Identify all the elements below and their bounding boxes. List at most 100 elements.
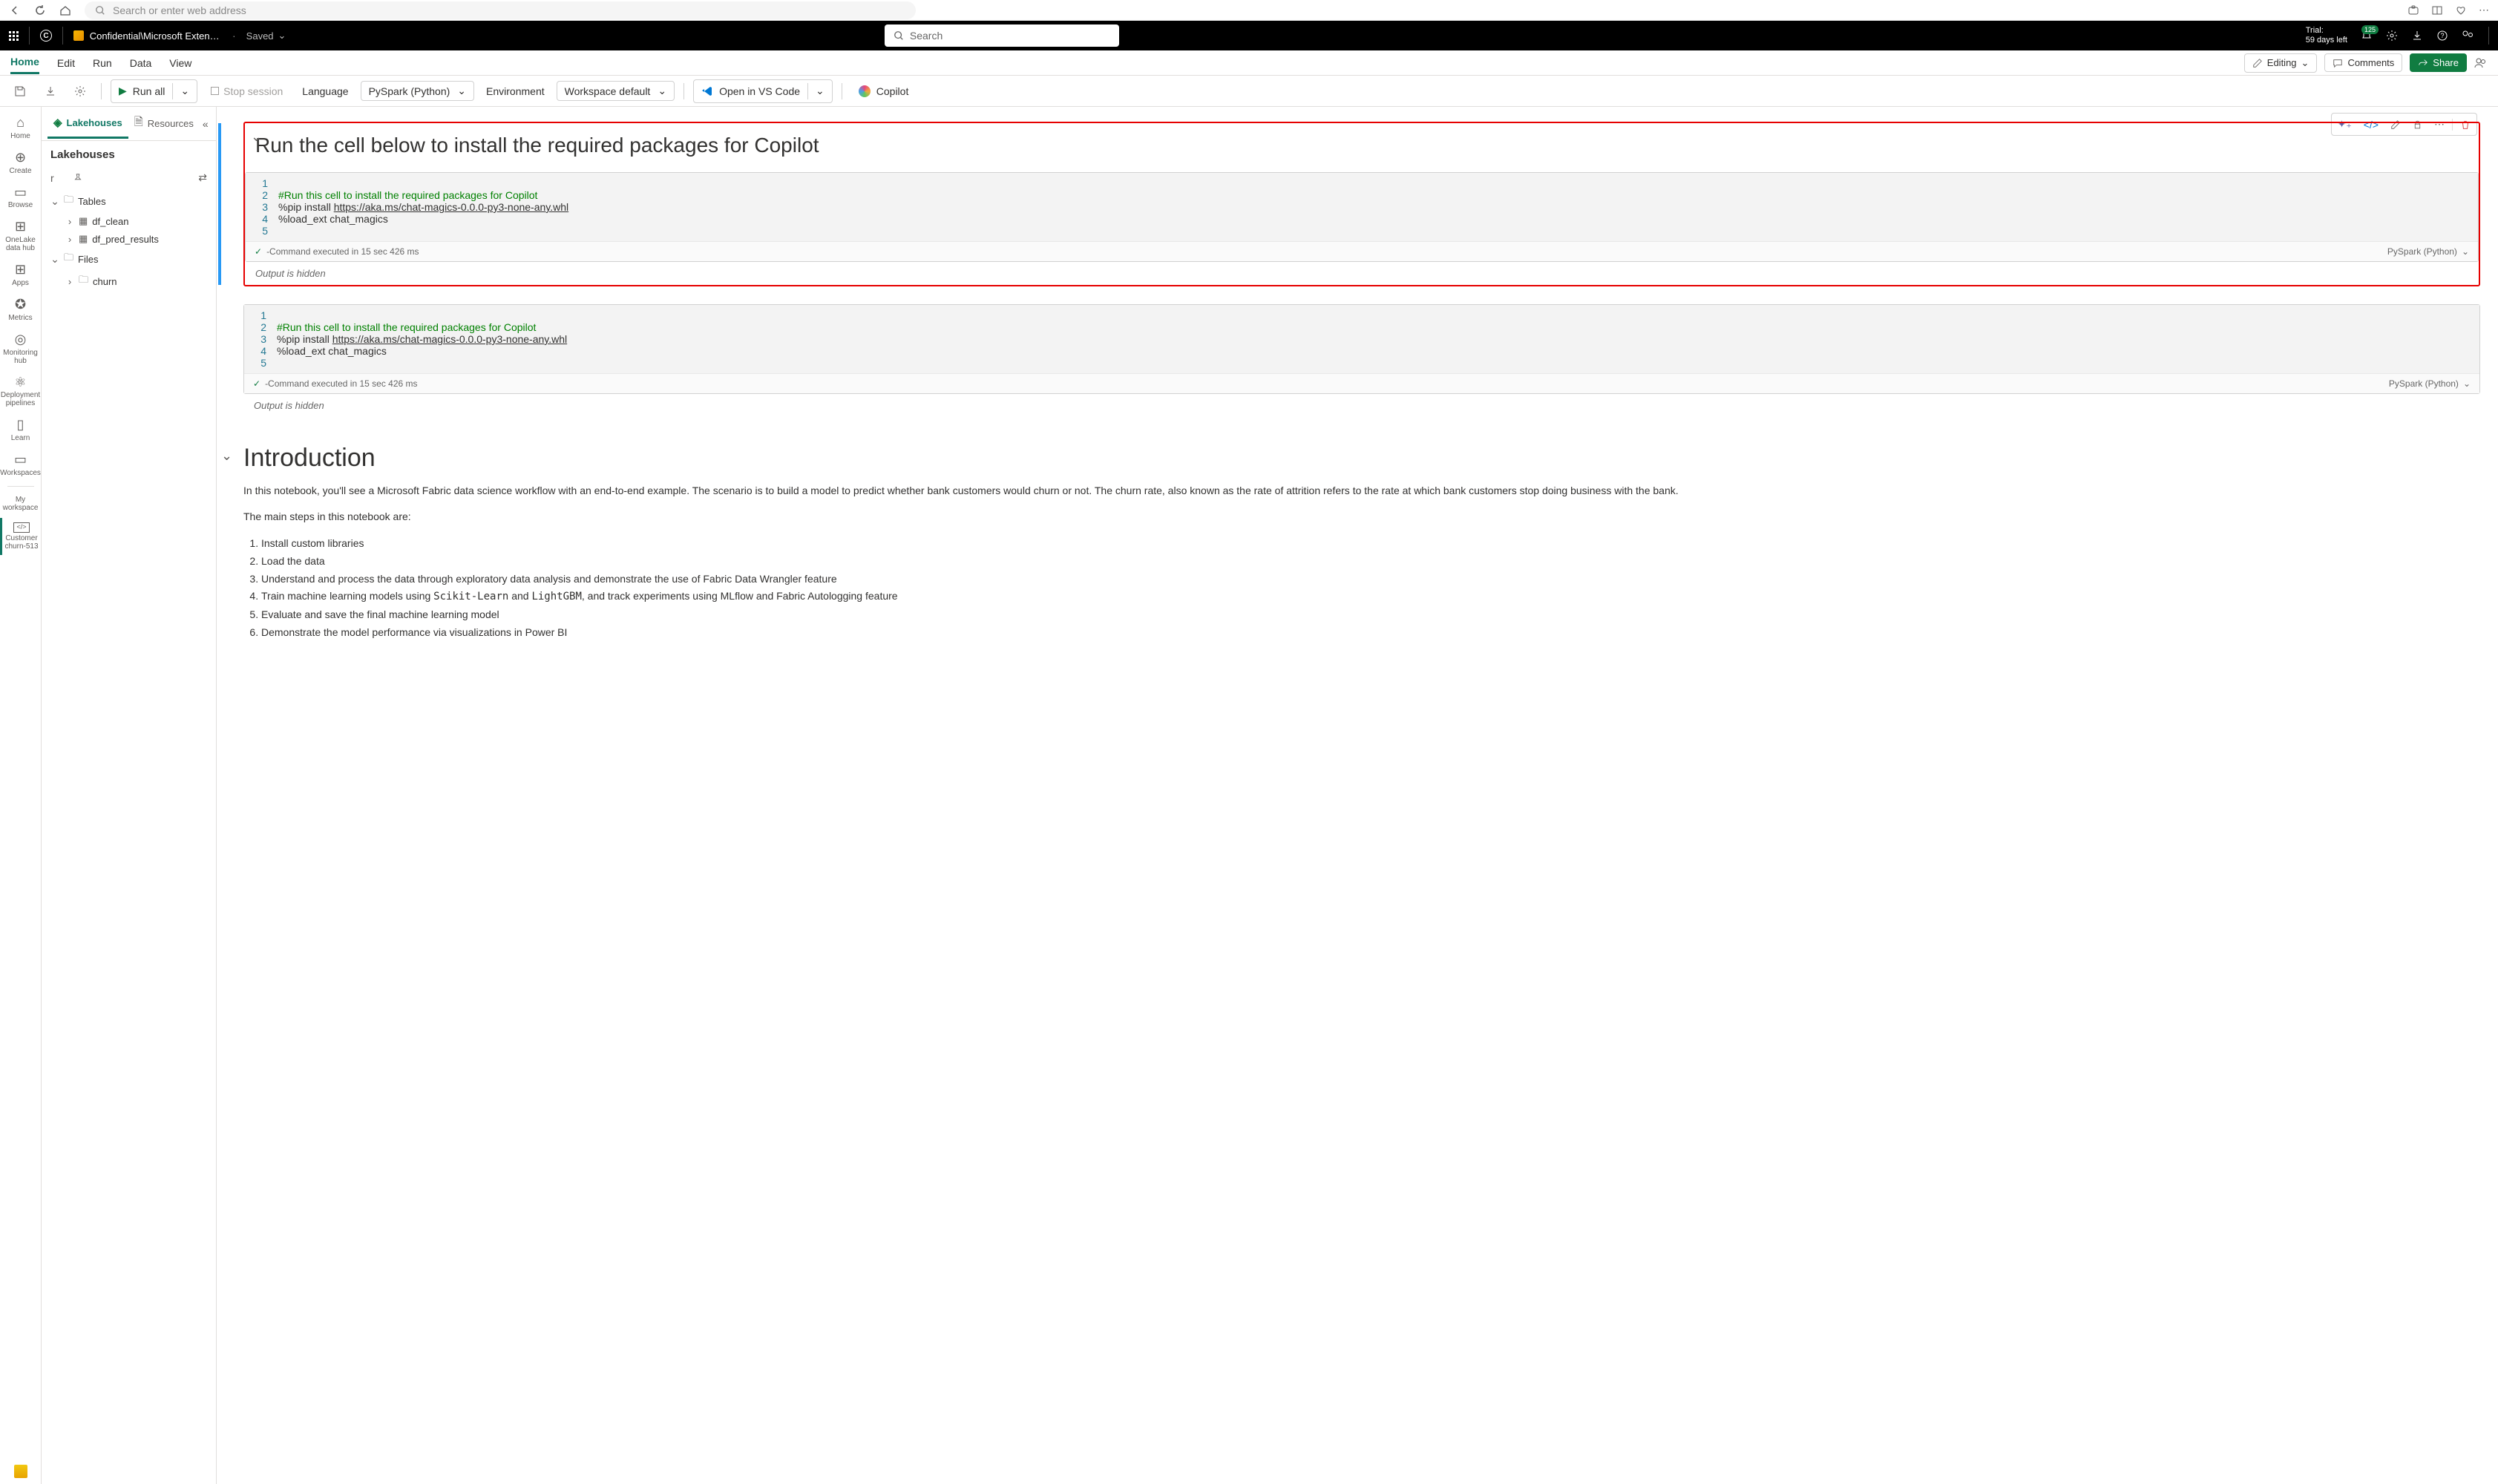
notifications-icon[interactable]: 125 bbox=[2361, 30, 2373, 42]
workspace-icon[interactable]: C bbox=[40, 30, 52, 42]
run-all-button[interactable]: ▶ Run all ⌄ bbox=[111, 79, 197, 103]
tab-edit[interactable]: Edit bbox=[57, 53, 75, 73]
vscode-icon bbox=[701, 85, 713, 97]
rail-monitoring[interactable]: ◎Monitoring hub bbox=[0, 328, 41, 370]
powerbi-icon[interactable] bbox=[14, 1465, 27, 1478]
folder-icon: 🗀 bbox=[64, 251, 73, 267]
rail-onelake[interactable]: ⊞OneLake data hub bbox=[0, 215, 41, 257]
rail-active-notebook[interactable]: </> Customer churn-513 bbox=[0, 518, 41, 555]
rail-create[interactable]: ⊕Create bbox=[0, 146, 41, 180]
more-icon[interactable]: ⋯ bbox=[2479, 4, 2489, 16]
gear-icon[interactable] bbox=[68, 82, 92, 101]
exec-status: -Command executed in 15 sec 426 ms bbox=[266, 246, 419, 257]
stop-session-button[interactable]: Stop session bbox=[203, 85, 290, 97]
heart-icon[interactable] bbox=[2455, 4, 2467, 16]
check-icon: ✓ bbox=[255, 246, 262, 257]
explorer-header: Lakehouses bbox=[42, 141, 216, 168]
download-icon[interactable] bbox=[2411, 30, 2423, 42]
tree-tables[interactable]: 🗀 Tables bbox=[45, 190, 213, 212]
rail-home[interactable]: ⌂Home bbox=[0, 111, 41, 145]
check-icon: ✓ bbox=[253, 378, 260, 389]
rail-browse[interactable]: ▭Browse bbox=[0, 181, 41, 214]
chevron-down-icon: ⌄ bbox=[2301, 57, 2309, 69]
split-icon[interactable] bbox=[2431, 4, 2443, 16]
rail-workspaces[interactable]: ▭Workspaces bbox=[0, 448, 41, 482]
table-icon: ▦ bbox=[79, 215, 88, 227]
environment-dropdown[interactable]: Workspace default ⌄ bbox=[557, 81, 675, 101]
open-vscode-button[interactable]: Open in VS Code ⌄ bbox=[693, 79, 833, 103]
table-icon: ▦ bbox=[79, 233, 88, 245]
rail-metrics[interactable]: ✪Metrics bbox=[0, 293, 41, 326]
lakehouse-icon: ◈ bbox=[53, 116, 62, 129]
saved-status[interactable]: Saved ⌄ bbox=[246, 30, 286, 42]
trial-status: Trial: 59 days left bbox=[2306, 26, 2347, 45]
chevron-down-icon[interactable]: ⌄ bbox=[180, 85, 189, 97]
tree-folder-churn[interactable]: 🗀 churn bbox=[45, 270, 213, 292]
intro-p1: In this notebook, you'll see a Microsoft… bbox=[243, 483, 2465, 499]
code-cell[interactable]: 1 2#Run this cell to install the require… bbox=[245, 172, 2479, 262]
share-button[interactable]: Share bbox=[2410, 53, 2467, 72]
extension-icon[interactable] bbox=[2407, 4, 2419, 16]
rail-deployment[interactable]: ⚛Deployment pipelines bbox=[0, 371, 41, 413]
tab-home[interactable]: Home bbox=[10, 51, 39, 74]
tab-view[interactable]: View bbox=[169, 53, 191, 73]
chevron-down-icon[interactable]: ⌄ bbox=[816, 85, 825, 97]
folder-icon: 🗀 bbox=[64, 193, 73, 209]
svg-text:?: ? bbox=[2440, 32, 2444, 39]
environment-label: Environment bbox=[480, 85, 551, 97]
file-icon: 🗎 bbox=[134, 114, 143, 133]
copilot-button[interactable]: Copilot bbox=[851, 85, 917, 97]
help-icon[interactable]: ? bbox=[2436, 30, 2448, 42]
comments-button[interactable]: Comments bbox=[2324, 53, 2402, 72]
pin-icon[interactable] bbox=[73, 173, 83, 183]
code-cell[interactable]: 1 2#Run this cell to install the require… bbox=[243, 304, 2480, 394]
output-hidden[interactable]: Output is hidden bbox=[243, 394, 2480, 417]
tab-run[interactable]: Run bbox=[93, 53, 112, 73]
download-notebook-icon[interactable] bbox=[39, 82, 62, 101]
tree-files[interactable]: 🗀 Files bbox=[45, 248, 213, 270]
browser-refresh[interactable] bbox=[34, 4, 46, 16]
people-icon[interactable] bbox=[2474, 57, 2488, 69]
tree-table-dfclean[interactable]: ▦ df_clean bbox=[45, 212, 213, 230]
chevron-down-icon: ⌄ bbox=[457, 85, 466, 97]
shield-icon bbox=[73, 30, 84, 41]
language-dropdown[interactable]: PySpark (Python) ⌄ bbox=[361, 81, 474, 101]
tree-table-dfpred[interactable]: ▦ df_pred_results bbox=[45, 230, 213, 248]
markdown-heading: Run the cell below to install the requir… bbox=[245, 126, 2479, 172]
browser-search[interactable]: Search or enter web address bbox=[85, 1, 916, 19]
browser-home-icon[interactable] bbox=[59, 4, 71, 16]
exec-status: -Command executed in 15 sec 426 ms bbox=[265, 378, 417, 389]
collapse-cell-icon[interactable]: ⌄ bbox=[251, 129, 262, 145]
swap-icon[interactable]: ⇄ bbox=[198, 171, 207, 184]
collapse-panel-icon[interactable]: « bbox=[200, 115, 212, 133]
explorer-tab-lakehouses[interactable]: ◈ Lakehouses bbox=[47, 108, 128, 139]
browser-back[interactable] bbox=[9, 4, 21, 16]
intro-title: Introduction bbox=[243, 444, 2465, 473]
chevron-down-icon: ⌄ bbox=[278, 30, 286, 42]
chevron-down-icon: ⌄ bbox=[658, 85, 666, 97]
app-launcher-icon[interactable] bbox=[9, 31, 19, 41]
settings-icon[interactable] bbox=[2386, 30, 2398, 42]
browser-search-placeholder: Search or enter web address bbox=[113, 4, 246, 16]
rail-my-workspace[interactable]: My workspace bbox=[0, 491, 41, 516]
chevron-down-icon: ⌄ bbox=[2462, 246, 2469, 257]
collapse-cell-icon[interactable]: ⌄ bbox=[221, 448, 232, 464]
breadcrumb[interactable]: Confidential\Microsoft Extend… bbox=[73, 30, 222, 42]
editing-mode-button[interactable]: Editing ⌄ bbox=[2244, 53, 2318, 73]
feedback-icon[interactable] bbox=[2462, 30, 2475, 42]
output-hidden[interactable]: Output is hidden bbox=[245, 262, 2479, 285]
breadcrumb-text: Confidential\Microsoft Extend… bbox=[90, 30, 222, 42]
explorer-tab-resources[interactable]: 🗎 Resources bbox=[128, 107, 200, 140]
cell-language-dropdown[interactable]: PySpark (Python) ⌄ bbox=[2389, 378, 2471, 389]
global-search[interactable]: Search bbox=[885, 24, 1119, 47]
rail-learn[interactable]: ▯Learn bbox=[0, 413, 41, 447]
cell-language-dropdown[interactable]: PySpark (Python) ⌄ bbox=[2387, 246, 2469, 257]
folder-icon: 🗀 bbox=[79, 273, 88, 289]
tab-data[interactable]: Data bbox=[130, 53, 152, 73]
language-label: Language bbox=[296, 85, 354, 97]
filter-text[interactable]: r bbox=[50, 172, 65, 184]
play-icon: ▶ bbox=[119, 85, 127, 97]
chevron-down-icon: ⌄ bbox=[2463, 378, 2471, 389]
rail-apps[interactable]: ⊞Apps bbox=[0, 258, 41, 292]
save-icon[interactable] bbox=[7, 81, 33, 102]
